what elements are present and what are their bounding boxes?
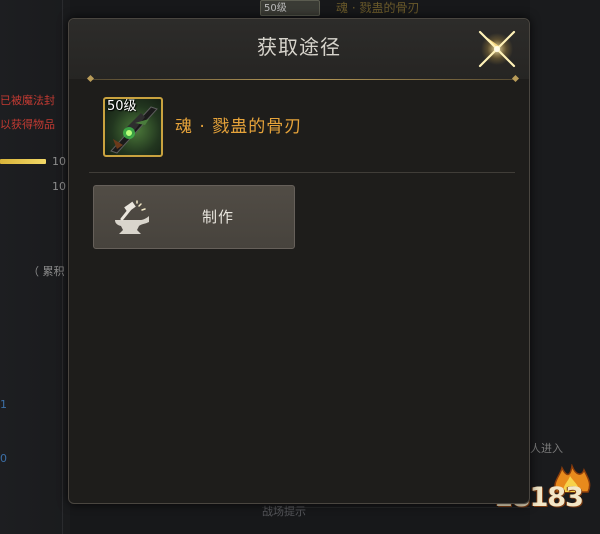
background-blue-value-2: 0	[0, 452, 7, 465]
background-note: （ 累积	[28, 265, 65, 278]
background-value-2: 10	[52, 180, 66, 193]
background-top-item-name: 魂 · 戮蛊的骨刃	[336, 1, 420, 15]
background-red-text-1: 已被魔法封	[0, 94, 55, 107]
item-icon-slot[interactable]: 50级	[103, 97, 163, 157]
background-top-item: 50级 魂 · 戮蛊的骨刃	[258, 0, 458, 18]
craft-button[interactable]: 制作	[93, 185, 295, 249]
close-star-icon	[478, 30, 516, 68]
acquisition-dialog: 获取途径 50级 魂 · 戮蛊的骨刃 制作	[68, 18, 530, 504]
background-top-item-level: 50级	[260, 0, 320, 16]
background-progress-bar	[0, 159, 46, 164]
background-bottom-text: 战场提示	[262, 505, 306, 518]
dialog-title: 获取途径	[257, 35, 341, 59]
item-name: 魂 · 戮蛊的骨刃	[175, 117, 303, 137]
close-button[interactable]	[477, 29, 517, 69]
row-divider	[89, 172, 515, 173]
craft-button-label: 制作	[201, 208, 234, 226]
background-value-1: 10	[52, 155, 66, 168]
background-red-text-2: 以获得物品	[0, 118, 55, 131]
anvil-hammer-icon	[115, 200, 149, 234]
item-row: 50级 魂 · 戮蛊的骨刃	[103, 97, 503, 159]
item-level-badge: 50级	[107, 99, 137, 114]
background-blue-value-1: 1	[0, 398, 7, 411]
title-divider	[91, 79, 517, 80]
